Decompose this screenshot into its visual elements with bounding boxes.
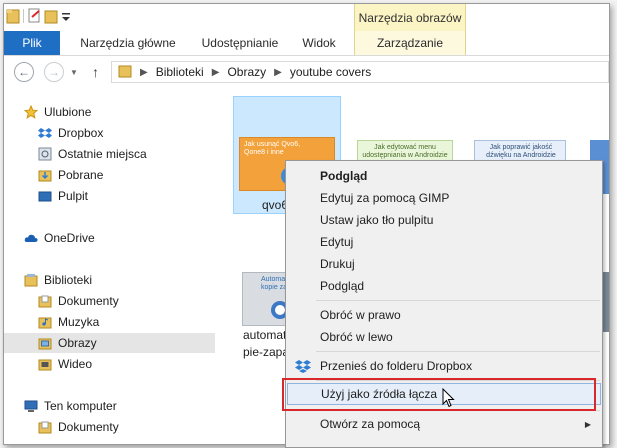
tab-manage[interactable]: Zarządzanie	[354, 31, 466, 55]
nav-label: Dokumenty	[58, 420, 119, 434]
tab-view[interactable]: Widok	[294, 31, 344, 55]
nav-recent-places[interactable]: Ostatnie miejsca	[38, 144, 147, 164]
arrow-right-icon: →	[48, 65, 60, 79]
breadcrumb-separator-icon: ▶	[274, 66, 282, 78]
nav-dropbox[interactable]: Dropbox	[38, 123, 103, 143]
tab-file[interactable]: Plik	[4, 31, 60, 55]
menu-item-move-to-dropbox[interactable]: Przenieś do folderu Dropbox	[287, 355, 601, 377]
menu-item-edit-gimp[interactable]: Edytuj za pomocą GIMP	[287, 187, 601, 209]
customize-toolbar-icon[interactable]	[61, 8, 71, 24]
nav-label: Wideo	[58, 357, 93, 371]
thumbnail-caption: Jak edytować menu udostępniania w Androi…	[362, 144, 448, 159]
toolbar-divider	[23, 9, 24, 23]
mouse-cursor-icon	[442, 388, 455, 408]
nav-label: OneDrive	[44, 231, 95, 245]
documents-library-icon	[38, 294, 52, 308]
menu-item-open-with[interactable]: Otwórz za pomocą ▶	[287, 413, 601, 435]
nav-downloads[interactable]: Pobrane	[38, 165, 103, 185]
breadcrumb-current-folder[interactable]: youtube covers	[290, 65, 371, 79]
highlight-box	[282, 378, 596, 411]
menu-item-preview-2[interactable]: Podgląd	[287, 275, 601, 297]
nav-documents[interactable]: Dokumenty	[38, 291, 119, 311]
thumbnail-caption: Jak poprawić jakość dźwięku na Androidzi…	[486, 144, 556, 159]
menu-separator	[316, 300, 600, 301]
nav-pictures[interactable]: Obrazy	[4, 333, 215, 353]
nav-music[interactable]: Muzyka	[38, 312, 99, 332]
computer-icon	[24, 399, 38, 413]
dropbox-icon	[295, 360, 311, 373]
nav-label: Biblioteki	[44, 273, 93, 287]
recent-places-icon	[38, 147, 52, 161]
tab-share[interactable]: Udostępnianie	[190, 31, 290, 55]
menu-item-rotate-right[interactable]: Obróć w prawo	[287, 304, 601, 326]
nav-label: Pobrane	[58, 168, 104, 182]
navigation-bar: ← → ▼ ↑ ▶ Biblioteki ▶ Obrazy ▶ youtube …	[4, 56, 609, 88]
cloud-icon	[24, 231, 38, 245]
file-tile-partial[interactable]	[603, 272, 609, 332]
forward-button[interactable]: →	[44, 62, 64, 82]
recent-locations-icon[interactable]: ▼	[70, 68, 78, 77]
ribbon-tabs: Plik Narzędzia główne Udostępnianie Wido…	[4, 31, 609, 56]
new-folder-icon[interactable]	[44, 8, 58, 24]
tab-home[interactable]: Narzędzia główne	[72, 31, 184, 55]
nav-label: Dropbox	[58, 126, 104, 140]
folder-icon[interactable]	[6, 8, 20, 24]
nav-label: Pulpit	[58, 189, 89, 203]
arrow-up-icon: ↑	[92, 64, 99, 80]
nav-this-pc[interactable]: Ten komputer	[24, 396, 117, 416]
up-button[interactable]: ↑	[92, 64, 99, 80]
nav-label: Dokumenty	[58, 294, 119, 308]
nav-videos[interactable]: Wideo	[38, 354, 92, 374]
submenu-arrow-icon: ▶	[584, 419, 591, 429]
nav-favorites[interactable]: Ulubione	[23, 102, 92, 122]
libraries-icon	[24, 273, 38, 287]
nav-label: Ostatnie miejsca	[58, 147, 147, 161]
context-tab-group-title: Narzędzia obrazów	[354, 4, 466, 31]
menu-separator	[316, 351, 600, 352]
nav-label: Obrazy	[58, 336, 97, 350]
documents-folder-icon	[38, 420, 52, 434]
breadcrumb-separator-icon: ▶	[211, 66, 220, 78]
music-library-icon	[38, 315, 52, 329]
title-bar: Narzędzia obrazów	[4, 4, 609, 31]
nav-label: Ten komputer	[44, 399, 117, 413]
menu-item-print[interactable]: Drukuj	[287, 253, 601, 275]
breadcrumb-libraries[interactable]: Biblioteki	[156, 65, 204, 79]
library-folder-icon	[118, 64, 132, 81]
file-name: automat	[243, 328, 287, 342]
menu-item-edit[interactable]: Edytuj	[287, 231, 601, 253]
breadcrumb-separator-icon: ▶	[140, 66, 148, 78]
nav-label: Muzyka	[58, 315, 100, 329]
menu-item-label: Otwórz za pomocą	[320, 417, 421, 431]
arrow-left-icon: ←	[18, 65, 30, 79]
nav-label: Ulubione	[44, 105, 92, 119]
downloads-folder-icon	[38, 168, 52, 182]
properties-icon[interactable]	[27, 8, 41, 24]
pictures-library-icon	[38, 336, 52, 350]
back-button[interactable]: ←	[14, 62, 34, 82]
file-name-line2: pie-zapa	[243, 345, 290, 359]
nav-libraries[interactable]: Biblioteki	[24, 270, 92, 290]
nav-desktop[interactable]: Pulpit	[38, 186, 88, 206]
navigation-pane: Ulubione Dropbox Ostatnie miejsca Pobran…	[4, 92, 219, 444]
videos-library-icon	[38, 357, 52, 371]
menu-item-label: Przenieś do folderu Dropbox	[320, 359, 473, 373]
star-icon	[23, 104, 39, 119]
address-bar[interactable]: ▶ Biblioteki ▶ Obrazy ▶ youtube covers	[111, 61, 609, 83]
desktop-icon	[38, 189, 52, 203]
nav-onedrive[interactable]: OneDrive	[24, 228, 95, 248]
quick-access-toolbar	[6, 8, 71, 24]
menu-item-set-desktop-background[interactable]: Ustaw jako tło pulpitu	[287, 209, 601, 231]
menu-item-rotate-left[interactable]: Obróć w lewo	[287, 326, 601, 348]
thumbnail-caption: Jak usunąć Qvo6, Qone8 i inne	[244, 141, 301, 156]
dropbox-icon	[38, 126, 52, 140]
breadcrumb-pictures[interactable]: Obrazy	[227, 65, 266, 79]
nav-pc-documents[interactable]: Dokumenty	[38, 417, 119, 437]
menu-item-preview[interactable]: Podgląd	[287, 165, 601, 187]
